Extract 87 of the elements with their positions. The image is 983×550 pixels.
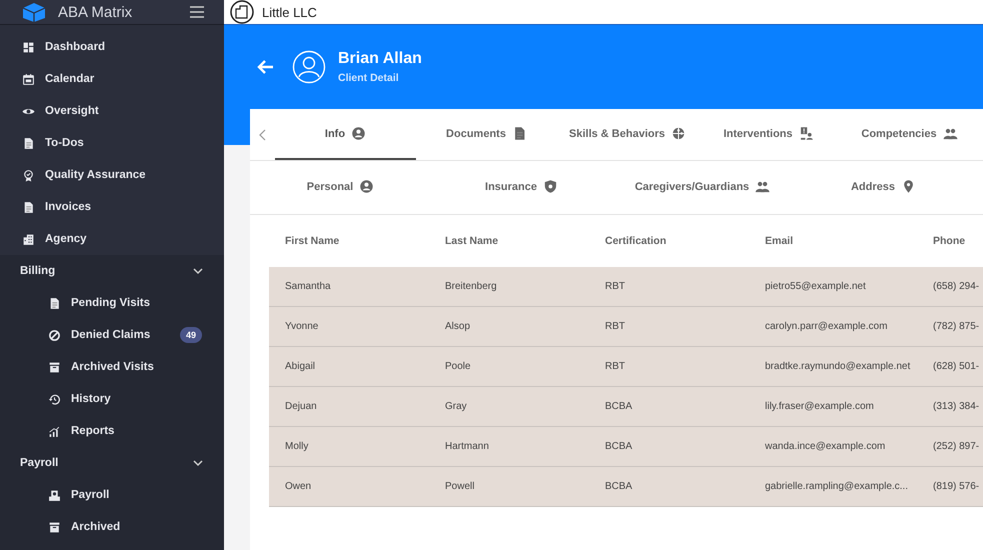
table-cell: Yvonne	[269, 306, 429, 346]
table-cell: Samantha	[269, 267, 429, 306]
sidebar-item[interactable]: History	[0, 383, 224, 415]
sidebar-item[interactable]: Denied Claims 49	[0, 319, 224, 351]
sidebar-item[interactable]: Dashboard	[0, 31, 224, 63]
column-header: Certification	[589, 215, 749, 267]
table-cell: carolyn.parr@example.com	[749, 306, 917, 346]
table-cell: Alsop	[429, 306, 589, 346]
table-cell: Abigail	[269, 346, 429, 386]
column-header: Last Name	[429, 215, 589, 267]
table-cell: (313) 384-	[917, 386, 983, 426]
table-cell: BCBA	[589, 466, 749, 506]
bar-chart-icon	[48, 424, 61, 438]
user-avatar-icon	[292, 50, 326, 84]
table-cell: BCBA	[589, 426, 749, 466]
group-icon	[755, 179, 770, 194]
table-cell: wanda.ince@example.com	[749, 426, 917, 466]
sidebar-item[interactable]: Archived	[0, 511, 224, 543]
sidebar-item[interactable]: To-Dos	[0, 127, 224, 159]
table-cell: pietro55@example.net	[749, 267, 917, 306]
badge-icon	[22, 168, 35, 182]
table-cell: RBT	[589, 346, 749, 386]
document-icon	[22, 136, 35, 150]
alert-person-icon	[798, 126, 814, 141]
sidebar-item[interactable]: Quality Assurance	[0, 159, 224, 191]
column-header: First Name	[269, 215, 429, 267]
tab[interactable]: Skills & Behaviors	[557, 109, 698, 160]
tab[interactable]: Address	[793, 161, 974, 214]
tab[interactable]: Personal	[250, 161, 431, 214]
page-subtitle: Client Detail	[338, 72, 400, 84]
archive-icon	[48, 520, 61, 534]
tab[interactable]: Caregivers/Guardians	[612, 161, 793, 214]
table-cell: Molly	[269, 426, 429, 466]
count-badge: 49	[180, 327, 202, 343]
column-header: Phone	[917, 215, 983, 267]
menu-icon[interactable]	[190, 6, 204, 18]
sidebar-section[interactable]: Billing	[0, 255, 224, 287]
table-cell: (252) 897-	[917, 426, 983, 466]
sidebar-item[interactable]: Reports	[0, 415, 224, 447]
document-icon	[48, 296, 61, 310]
client-name: Brian Allan	[338, 50, 422, 68]
archive-icon	[48, 360, 61, 374]
table-cell: Hartmann	[429, 426, 589, 466]
table-cell: Breitenberg	[429, 267, 589, 306]
table-cell: BCBA	[589, 386, 749, 426]
sidebar-item[interactable]: Payroll	[0, 479, 224, 511]
table-cell: (782) 875-	[917, 306, 983, 346]
calendar-icon	[22, 72, 35, 86]
block-icon	[48, 328, 61, 342]
table-cell: Dejuan	[269, 386, 429, 426]
sidebar-item[interactable]: Calendar	[0, 63, 224, 95]
tab[interactable]: Info	[275, 109, 416, 160]
sidebar-item[interactable]: Pending Visits	[0, 287, 224, 319]
table-cell: lily.fraser@example.com	[749, 386, 917, 426]
column-header: Email	[749, 215, 917, 267]
sidebar-item[interactable]: Archived Visits	[0, 351, 224, 383]
dashboard-icon	[22, 40, 35, 54]
table-cell: (819) 576-	[917, 466, 983, 506]
sidebar-item[interactable]: Oversight	[0, 95, 224, 127]
table-cell: Gray	[429, 386, 589, 426]
table-cell: RBT	[589, 306, 749, 346]
table-cell: bradtke.raymundo@example.net	[749, 346, 917, 386]
table-cell: Poole	[429, 346, 589, 386]
tab[interactable]: Interventions	[698, 109, 839, 160]
tab[interactable]: Documents	[416, 109, 557, 160]
table-cell: gabrielle.rampling@example.c...	[749, 466, 917, 506]
organization-name: Little LLC	[262, 4, 317, 20]
history-icon	[48, 392, 61, 406]
sidebar-section[interactable]: Payroll	[0, 447, 224, 479]
back-arrow-icon[interactable]	[256, 59, 274, 75]
chevron-left-icon	[258, 128, 266, 140]
person-icon	[359, 179, 374, 194]
sidebar-item[interactable]: Invoices	[0, 191, 224, 223]
table-cell: (628) 501-	[917, 346, 983, 386]
shield-icon	[542, 179, 558, 194]
table-cell: (658) 294-	[917, 267, 983, 306]
document-icon	[22, 200, 35, 214]
sidebar-item[interactable]: Agency	[0, 223, 224, 255]
app-name: ABA Matrix	[58, 4, 134, 20]
table-cell: Powell	[429, 466, 589, 506]
table-cell: Owen	[269, 466, 429, 506]
person-icon	[351, 126, 366, 141]
tab[interactable]: Competencies	[839, 109, 980, 160]
group-icon	[942, 126, 958, 141]
building-icon	[22, 232, 35, 246]
tab[interactable]: Insurance	[431, 161, 612, 214]
table-cell: RBT	[589, 267, 749, 306]
